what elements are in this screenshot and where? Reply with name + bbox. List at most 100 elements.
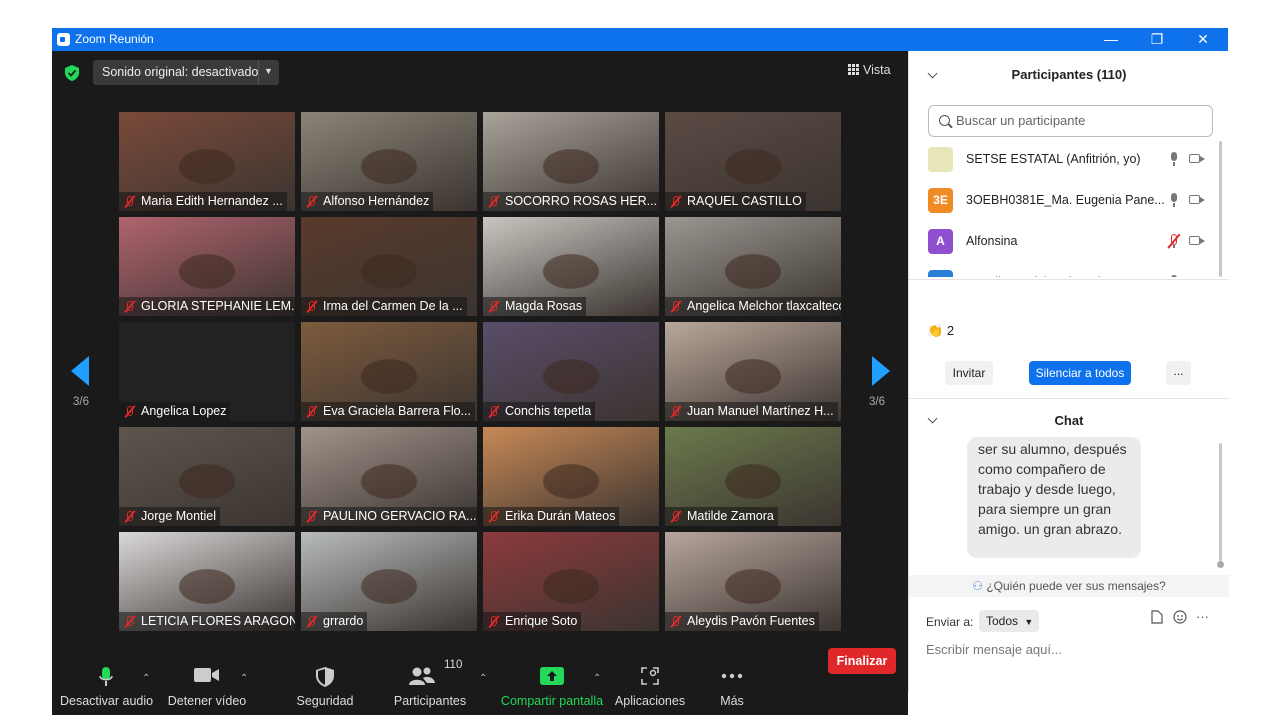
video-options-caret-icon[interactable]: ⌃: [240, 673, 248, 684]
caret-down-icon[interactable]: ▼: [264, 66, 273, 76]
chat-visibility-link[interactable]: ⚇ ¿Quién puede ver sus mensajes?: [909, 575, 1229, 597]
video-camera-icon[interactable]: [1189, 154, 1205, 163]
participant-row[interactable]: Angelica Melchor tlaxcalteco: [909, 262, 1219, 277]
participant-row[interactable]: A Alfonsina: [909, 221, 1219, 262]
video-tile[interactable]: PAULINO GERVACIO RA...: [301, 427, 477, 526]
video-tile[interactable]: GLORIA STEPHANIE LEM...: [119, 217, 295, 316]
more-options-button[interactable]: ...: [1166, 361, 1191, 385]
muted-microphone-icon: [669, 195, 682, 208]
video-tile[interactable]: Maria Edith Hernandez ...: [119, 112, 295, 211]
participant-name: Maria Edith Hernandez ...: [119, 192, 287, 211]
title-bar: Zoom Reunión — ❐ ✕: [52, 28, 1228, 51]
participant-search-placeholder: Buscar un participante: [956, 113, 1086, 128]
participants-panel-title: Participantes (110): [1011, 67, 1127, 82]
video-tile[interactable]: RAQUEL CASTILLO: [665, 112, 841, 211]
participants-scrollbar[interactable]: [1219, 141, 1222, 277]
security-button[interactable]: Seguridad: [285, 635, 365, 715]
video-tile[interactable]: LETICIA FLORES ARAGON: [119, 532, 295, 631]
video-tile[interactable]: Alfonso Hernández: [301, 112, 477, 211]
share-screen-label: Compartir pantalla: [500, 694, 604, 708]
view-button[interactable]: Vista: [848, 63, 891, 77]
video-tile[interactable]: Angelica Melchor tlaxcalteco: [665, 217, 841, 316]
participant-row-name: Angelica Melchor tlaxcalteco: [966, 275, 1166, 277]
meeting-area: Sonido original: desactivado ▼ Vista 3/6…: [52, 51, 908, 715]
muted-microphone-icon: [487, 300, 500, 313]
chat-message-bubble: Cordobal Fue un honor ser su alumno, des…: [967, 437, 1141, 558]
video-tile[interactable]: Magda Rosas: [483, 217, 659, 316]
participant-name: Angelica Melchor tlaxcalteco: [665, 297, 841, 316]
participant-row-name: 3OEBH0381E_Ma. Eugenia Pane...: [966, 193, 1165, 207]
reaction-count: 2: [946, 323, 955, 338]
restore-button[interactable]: ❐: [1134, 28, 1180, 51]
send-to-dropdown[interactable]: Todos ▼: [979, 610, 1039, 632]
video-tile[interactable]: Conchis tepetla: [483, 322, 659, 421]
video-tile[interactable]: Jorge Montiel: [119, 427, 295, 526]
video-camera-icon[interactable]: [1189, 195, 1205, 204]
original-sound-label: Sonido original: desactivado: [102, 65, 259, 79]
file-icon[interactable]: [1151, 610, 1163, 624]
participants-button[interactable]: 110 Participantes: [390, 635, 470, 715]
stop-video-button[interactable]: Detener vídeo: [162, 635, 252, 715]
video-tile[interactable]: SOCORRO ROSAS HER...: [483, 112, 659, 211]
participant-name: Irma del Carmen De la ...: [301, 297, 467, 316]
end-meeting-button[interactable]: Finalizar: [828, 648, 896, 674]
video-tile[interactable]: Matilde Zamora: [665, 427, 841, 526]
more-button[interactable]: Más: [702, 635, 762, 715]
minimize-button[interactable]: —: [1088, 28, 1134, 51]
chat-more-icon[interactable]: ···: [1196, 609, 1209, 624]
divider: [909, 398, 1229, 399]
muted-microphone-icon: [487, 615, 500, 628]
video-tile[interactable]: Erika Durán Mateos: [483, 427, 659, 526]
muted-microphone-icon: [123, 195, 136, 208]
video-tile[interactable]: Juan Manuel Martínez H...: [665, 322, 841, 421]
video-tile[interactable]: Enrique Soto: [483, 532, 659, 631]
share-screen-button[interactable]: Compartir pantalla: [500, 635, 604, 715]
participants-label: Participantes: [393, 694, 467, 708]
apps-label: Aplicaciones: [614, 694, 686, 708]
more-dots-icon: [721, 673, 743, 679]
previous-page-arrow-icon[interactable]: [71, 356, 89, 386]
shield-check-icon[interactable]: [65, 65, 79, 81]
participant-row-name: SETSE ESTATAL (Anfitrión, yo): [966, 152, 1141, 166]
audio-options-caret-icon[interactable]: ⌃: [142, 673, 150, 684]
chat-message-input[interactable]: Escribir mensaje aquí...: [926, 642, 1062, 657]
participant-name: Juan Manuel Martínez H...: [665, 402, 838, 421]
participant-search-input[interactable]: Buscar un participante: [928, 105, 1213, 137]
chat-scrollbar[interactable]: [1219, 443, 1222, 561]
video-tile[interactable]: Eva Graciela Barrera Flo...: [301, 322, 477, 421]
participant-name: LETICIA FLORES ARAGON: [119, 612, 295, 631]
participants-icon: [409, 667, 435, 685]
muted-microphone-icon: [123, 510, 136, 523]
avatar: A: [928, 229, 953, 254]
participant-row[interactable]: 3E 3OEBH0381E_Ma. Eugenia Pane...: [909, 180, 1219, 221]
next-page-arrow-icon[interactable]: [872, 356, 890, 386]
video-camera-icon[interactable]: [1189, 236, 1205, 245]
avatar: [928, 270, 953, 277]
mute-all-button[interactable]: Silenciar a todos: [1029, 361, 1131, 385]
mute-audio-button[interactable]: Desactivar audio: [60, 635, 154, 715]
microphone-icon[interactable]: [1170, 193, 1178, 207]
video-tile[interactable]: Irma del Carmen De la ...: [301, 217, 477, 316]
video-tile[interactable]: Angelica Lopez: [119, 322, 295, 421]
video-tile[interactable]: grrardo: [301, 532, 477, 631]
muted-microphone-icon: [305, 405, 318, 418]
muted-microphone-icon: [669, 405, 682, 418]
participant-name: Aleydis Pavón Fuentes: [665, 612, 819, 631]
muted-microphone-icon: [123, 300, 136, 313]
share-options-caret-icon[interactable]: ⌃: [593, 673, 601, 684]
mute-audio-label: Desactivar audio: [60, 694, 154, 708]
participant-row[interactable]: SETSE ESTATAL (Anfitrión, yo): [909, 139, 1219, 180]
invite-button[interactable]: Invitar: [945, 361, 993, 385]
close-button[interactable]: ✕: [1180, 28, 1226, 51]
original-sound-button[interactable]: Sonido original: desactivado ▼: [93, 60, 279, 85]
video-tile[interactable]: Aleydis Pavón Fuentes: [665, 532, 841, 631]
microphone-icon[interactable]: [1170, 152, 1178, 166]
participants-options-caret-icon[interactable]: ⌃: [479, 673, 487, 684]
microphone-icon[interactable]: [1170, 275, 1178, 277]
apps-button[interactable]: Aplicaciones: [610, 635, 690, 715]
participant-name: Alfonso Hernández: [301, 192, 434, 211]
muted-microphone-icon: [669, 300, 682, 313]
emoji-icon[interactable]: [1173, 610, 1187, 624]
muted-microphone-icon[interactable]: [1167, 233, 1181, 249]
muted-microphone-icon: [305, 300, 318, 313]
